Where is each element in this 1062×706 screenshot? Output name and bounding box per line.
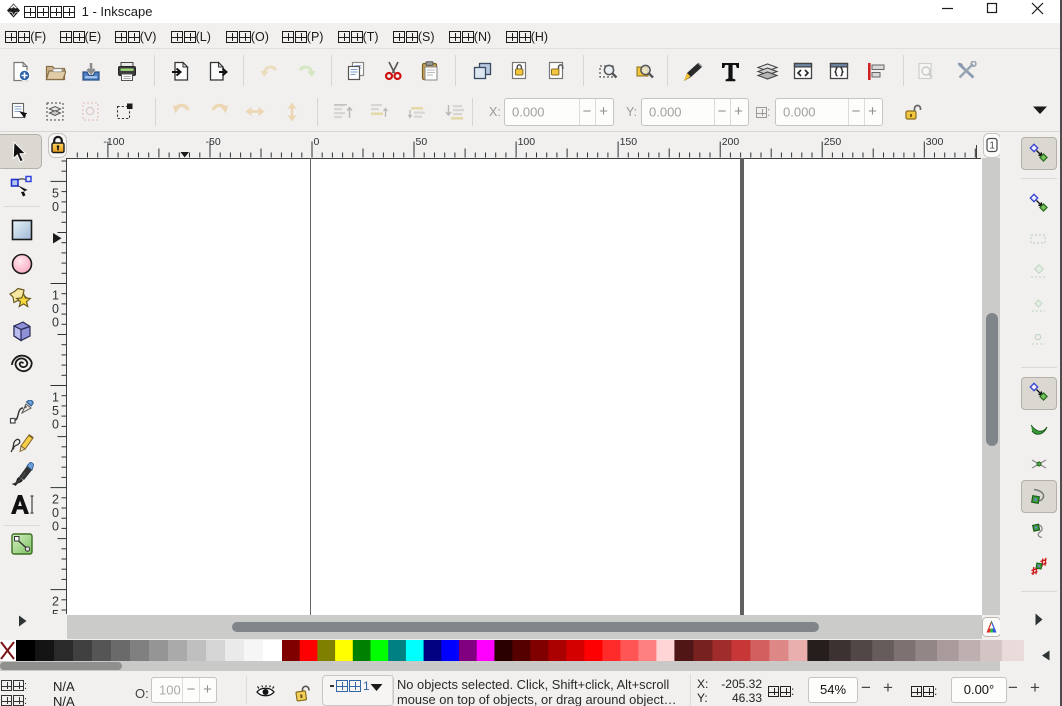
svg-text:1: 1 bbox=[989, 141, 995, 152]
svg-text:2: 2 bbox=[52, 595, 59, 609]
svg-text:5: 5 bbox=[52, 608, 59, 614]
svg-text:0: 0 bbox=[52, 418, 59, 432]
svg-text:0: 0 bbox=[52, 506, 59, 520]
svg-text:2: 2 bbox=[52, 493, 59, 507]
svg-text:0: 0 bbox=[52, 316, 59, 330]
svg-text:50: 50 bbox=[416, 136, 428, 148]
svg-text:-100: -100 bbox=[103, 136, 124, 148]
svg-text:5: 5 bbox=[52, 404, 59, 418]
svg-text:1: 1 bbox=[52, 391, 59, 405]
svg-text:200: 200 bbox=[722, 136, 740, 148]
svg-text:0: 0 bbox=[52, 520, 59, 534]
svg-text:300: 300 bbox=[926, 136, 944, 148]
svg-text:0: 0 bbox=[314, 136, 320, 148]
svg-text:250: 250 bbox=[824, 136, 842, 148]
svg-text:-50: -50 bbox=[206, 136, 221, 148]
svg-text:5: 5 bbox=[52, 186, 59, 200]
svg-text:0: 0 bbox=[52, 302, 59, 316]
svg-text:100: 100 bbox=[518, 136, 536, 148]
svg-text:1: 1 bbox=[52, 289, 59, 303]
svg-text:150: 150 bbox=[620, 136, 638, 148]
svg-text:0: 0 bbox=[52, 200, 59, 214]
